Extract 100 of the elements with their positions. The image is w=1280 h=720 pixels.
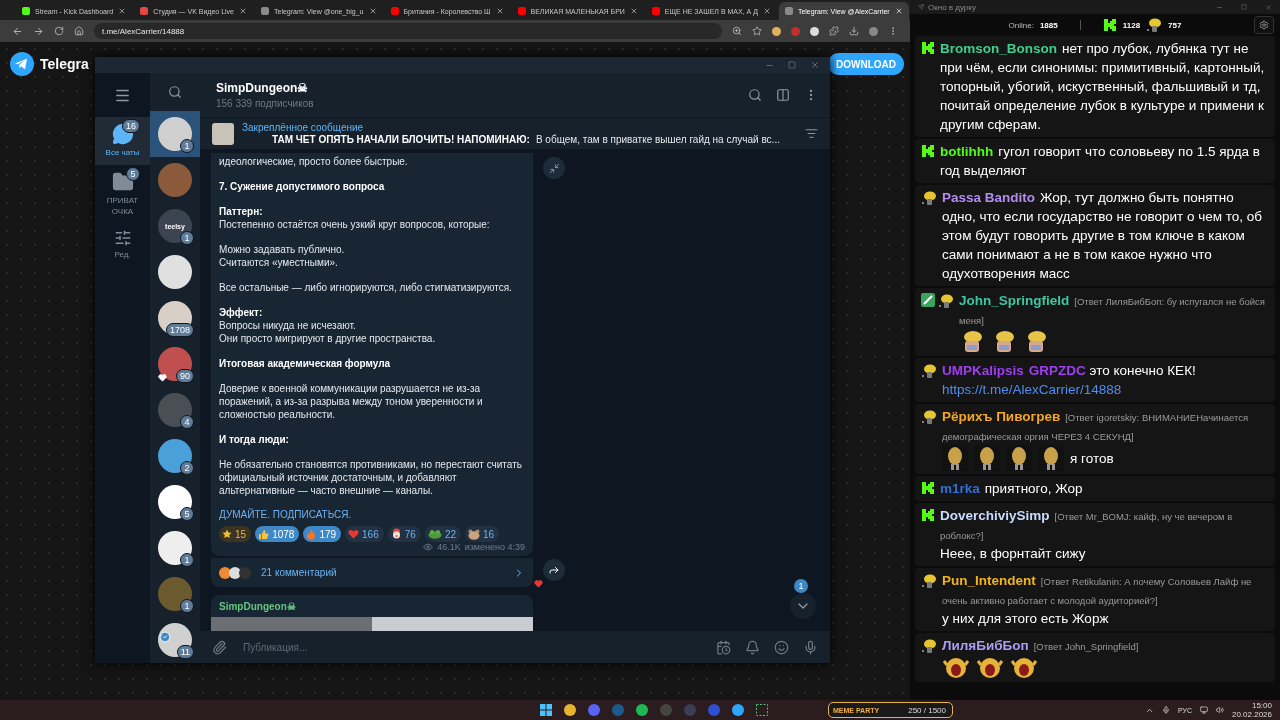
messenger-icon[interactable] — [732, 704, 744, 716]
volume-icon[interactable] — [1215, 706, 1224, 714]
chat-message-text: у них для этого есть Жорж — [942, 610, 1109, 628]
cartoon-character-icon — [921, 409, 937, 425]
chat-list-item[interactable]: 90 — [150, 341, 200, 387]
attach-icon[interactable] — [212, 639, 227, 655]
check-badge-icon — [159, 631, 171, 643]
sliders-icon — [113, 229, 132, 248]
search-icon[interactable] — [748, 88, 762, 102]
avatar — [229, 566, 241, 579]
cartoon-character-icon — [921, 190, 937, 206]
sidebar-toggle-icon[interactable] — [776, 88, 790, 102]
extensions-icon[interactable] — [829, 26, 839, 36]
chat-list-item[interactable]: 2 — [150, 433, 200, 479]
avatar — [158, 439, 192, 473]
chat-list-item[interactable]: 5 — [150, 479, 200, 525]
message-input[interactable]: Публикация... — [241, 635, 702, 659]
reaction-chip[interactable]: 16 — [465, 526, 500, 542]
message-link[interactable]: https://t.me/AlexCarrier/14888 — [942, 382, 1122, 397]
close-icon[interactable] — [762, 7, 771, 15]
close-icon[interactable] — [810, 60, 820, 70]
site-title: Telegra — [40, 56, 89, 72]
calendar-icon[interactable] — [716, 639, 731, 655]
forward-button[interactable] — [543, 559, 565, 581]
display-icon[interactable] — [1199, 706, 1208, 714]
folder-tab[interactable]: Ред. — [95, 223, 150, 268]
message-text: Можно задавать публично. — [219, 243, 346, 256]
thumbs-up-icon — [258, 528, 270, 540]
frog-emoji-icon — [427, 529, 442, 539]
bookmark-icon[interactable] — [752, 26, 762, 36]
avatar — [219, 566, 231, 579]
close-icon[interactable] — [239, 7, 247, 15]
collapse-button[interactable] — [543, 157, 565, 179]
reaction-chip[interactable]: 22 — [424, 526, 461, 542]
reaction-chip[interactable]: 76 — [387, 526, 421, 542]
close-icon[interactable] — [629, 7, 638, 15]
browser-icon[interactable] — [564, 704, 576, 716]
clock[interactable]: 15:00 20.02.2026 — [1231, 701, 1272, 719]
bell-icon[interactable] — [745, 639, 760, 655]
cartoon-character-icon — [1146, 17, 1163, 33]
close-icon[interactable] — [118, 7, 127, 15]
microphone-icon[interactable] — [1161, 706, 1170, 714]
profile-icon[interactable] — [869, 26, 878, 36]
cartoon-character-icon — [921, 573, 937, 589]
bear-emoji-icon — [468, 528, 480, 540]
pinned-list-icon[interactable] — [805, 127, 818, 140]
music-app-icon[interactable] — [636, 704, 648, 716]
address-bar[interactable]: t.me/AlexCarrier/14888 — [94, 23, 722, 39]
chat-message: John_Springfield [Ответ ЛиляБибБоп: бу испугался не бойся меня] — [959, 292, 1266, 328]
reload-icon[interactable] — [54, 26, 64, 36]
close-icon[interactable] — [368, 7, 377, 15]
site-favicon-icon — [784, 7, 793, 15]
clown-emoji-icon — [390, 528, 402, 540]
reaction-chip[interactable]: 1078 — [255, 526, 300, 542]
chat-app-icon[interactable] — [588, 704, 600, 716]
reaction-chip[interactable]: 179 — [303, 526, 342, 542]
microphone-icon[interactable] — [803, 639, 818, 655]
media-player-icon[interactable] — [708, 704, 720, 716]
unread-count: 1 — [180, 231, 194, 245]
user-mention[interactable]: GRPZDC — [1028, 363, 1086, 378]
reaction-chip[interactable]: 15 — [219, 526, 252, 542]
close-icon[interactable] — [894, 7, 903, 15]
site-favicon-icon — [517, 7, 526, 15]
channel-link[interactable]: ДУМАЙТЕ. ПОДПИСАТЬСЯ. — [219, 509, 352, 520]
site-favicon-icon — [22, 7, 30, 15]
chat-list-item[interactable]: 1708 — [150, 295, 200, 341]
edited-time: изменено 4:39 — [464, 542, 525, 552]
site-favicon-icon — [140, 7, 149, 15]
kick-badge-icon — [1102, 18, 1117, 32]
chat-list-item[interactable]: 4 — [150, 387, 200, 433]
settings-button[interactable] — [1254, 16, 1274, 34]
emoji-icon[interactable] — [774, 639, 789, 655]
chat-list-item[interactable]: 1 — [150, 571, 200, 617]
kick-badge-icon — [921, 41, 935, 55]
pinned-text: ТАМ ЧЕТ ОПЯТЬ НАЧАЛИ БЛОЧИТЬ! НАПОМИНАЮ: — [271, 134, 530, 145]
app-icon — [918, 4, 924, 10]
comments-button[interactable]: 21 комментарий — [211, 557, 533, 587]
avatar — [158, 531, 192, 565]
screaming-face-emote-icon — [942, 655, 970, 679]
snipping-tool-icon[interactable] — [756, 704, 768, 716]
folder-tab[interactable]: 16 Все чаты — [95, 117, 150, 165]
star-icon — [222, 529, 232, 539]
chat-list-item[interactable]: 11 — [150, 617, 200, 663]
reaction-chip[interactable]: 166 — [345, 526, 384, 542]
paragraph-heading: Эффект: — [219, 306, 264, 319]
back-icon[interactable] — [12, 25, 23, 37]
zoom-icon[interactable] — [732, 26, 742, 36]
forward-icon[interactable] — [33, 25, 44, 37]
scroll-down-button[interactable] — [790, 593, 816, 619]
chat-list-item[interactable]: 1 — [150, 525, 200, 571]
folder-tab[interactable]: 5 ПРИВАТОЧКА — [95, 164, 150, 224]
windows-start-icon[interactable] — [540, 704, 552, 716]
pinned-title: Закреплённое сообщение — [242, 122, 365, 133]
home-icon[interactable] — [74, 26, 84, 36]
paragraph-heading: Итоговая академическая формула — [219, 357, 392, 370]
search-icon[interactable] — [168, 85, 182, 99]
close-icon[interactable] — [495, 7, 504, 15]
chat-list-item[interactable]: 1 — [150, 111, 200, 157]
message-text: Вопросы никуда не исчезают. — [219, 319, 357, 332]
download-icon[interactable] — [849, 26, 859, 36]
